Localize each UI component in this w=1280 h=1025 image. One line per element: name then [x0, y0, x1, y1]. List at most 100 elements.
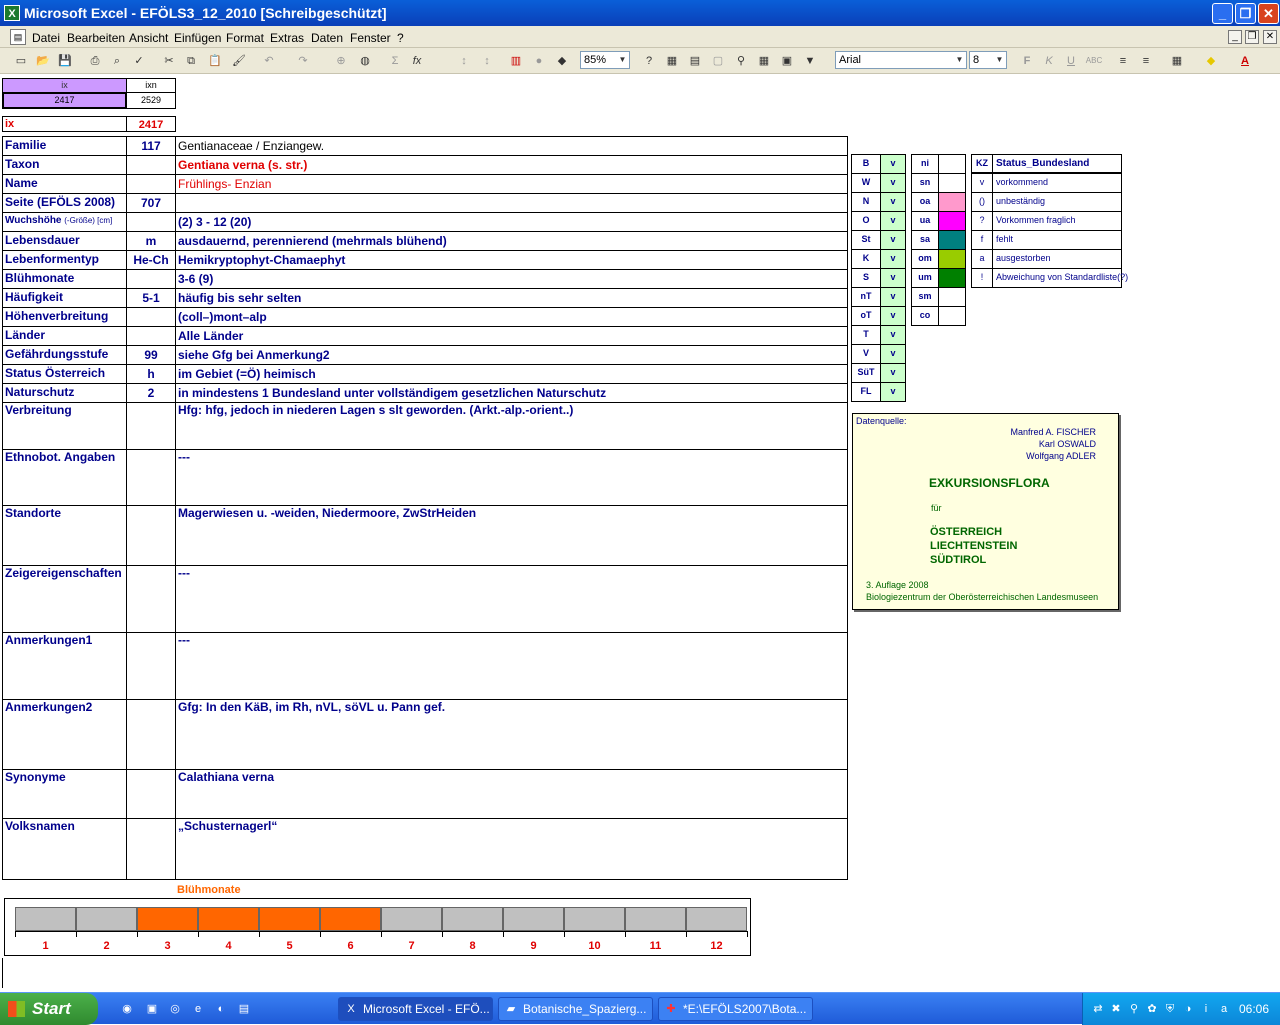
cut-icon[interactable]: ✂: [160, 52, 178, 70]
bigrow-value[interactable]: ---: [175, 565, 848, 633]
open-icon[interactable]: 📂: [34, 52, 52, 70]
align-center-icon[interactable]: ≡: [1137, 52, 1155, 70]
ie-icon[interactable]: e: [191, 1002, 205, 1016]
firefox-icon[interactable]: ◐: [214, 1002, 228, 1016]
copy-icon[interactable]: ⧉: [182, 52, 200, 70]
bigrow-value[interactable]: Calathiana verna: [175, 769, 848, 819]
row-value[interactable]: Gentiana verna (s. str.): [175, 155, 848, 175]
italic-icon[interactable]: K: [1040, 52, 1058, 70]
bigrow-value[interactable]: ---: [175, 449, 848, 506]
row-value[interactable]: Gentianaceae / Enziangew.: [175, 136, 848, 156]
sort-asc-icon[interactable]: ↕: [455, 52, 473, 70]
bold-icon[interactable]: F: [1018, 52, 1036, 70]
row-value[interactable]: (2) 3 - 12 (20): [175, 212, 848, 232]
undo-icon[interactable]: ↶: [260, 52, 278, 70]
search-icon[interactable]: ⚲: [1127, 1002, 1141, 1016]
shield-icon[interactable]: ⛨: [1163, 1002, 1177, 1016]
map-icon[interactable]: ●: [530, 52, 548, 70]
tool-icon-3[interactable]: ▢: [709, 52, 727, 70]
paste-icon[interactable]: 📋: [206, 52, 224, 70]
redo-icon[interactable]: ↷: [294, 52, 312, 70]
row-value[interactable]: (coll–)mont–alp: [175, 307, 848, 327]
menu-einfuegen[interactable]: Einfügen: [174, 31, 221, 45]
align-left-icon[interactable]: ≡: [1114, 52, 1132, 70]
help-icon[interactable]: ?: [640, 52, 658, 70]
start-button[interactable]: Start: [0, 993, 98, 1025]
restore-button[interactable]: ❐: [1235, 3, 1256, 24]
sort-desc-icon[interactable]: ↕: [478, 52, 496, 70]
autofilter-icon[interactable]: ▼: [801, 52, 819, 70]
quicklaunch-icon-2[interactable]: ▣: [145, 1002, 159, 1016]
fill-color-icon[interactable]: ◆: [1202, 52, 1220, 70]
font-select[interactable]: Arial ▼: [835, 51, 967, 69]
menu-datei[interactable]: Datei: [32, 31, 60, 45]
row-value[interactable]: Hemikryptophyt-Chamaephyt: [175, 250, 848, 270]
borders-icon[interactable]: ▦: [1168, 52, 1186, 70]
ix-header: ix: [2, 78, 127, 93]
menu-ansicht[interactable]: Ansicht: [129, 31, 168, 45]
find-icon[interactable]: ⚲: [732, 52, 750, 70]
quicklaunch-icon-3[interactable]: ◎: [168, 1002, 182, 1016]
quicklaunch-icon-1[interactable]: ◉: [120, 1002, 134, 1016]
font-color-icon[interactable]: A: [1236, 52, 1254, 70]
strikethrough-icon[interactable]: ABC: [1085, 52, 1103, 70]
tray-icon-8[interactable]: a: [1217, 1002, 1231, 1016]
ixn-value-cell[interactable]: 2529: [126, 92, 176, 109]
underline-icon[interactable]: U: [1062, 52, 1080, 70]
zoom-select[interactable]: 85% ▼: [580, 51, 630, 69]
menu-daten[interactable]: Daten: [311, 31, 343, 45]
drawing-icon[interactable]: ◆: [553, 52, 571, 70]
row-value[interactable]: Frühlings- Enzian: [175, 174, 848, 194]
tool-icon-1[interactable]: ▦: [663, 52, 681, 70]
spelling-icon[interactable]: ✓: [130, 52, 148, 70]
ix-value-cell[interactable]: 2417: [2, 92, 127, 109]
tool-icon-2[interactable]: ▤: [686, 52, 704, 70]
menu-extras[interactable]: Extras: [270, 31, 304, 45]
new-icon[interactable]: ▭: [12, 52, 30, 70]
print-icon[interactable]: ⎙: [86, 52, 104, 70]
chart-wizard-icon[interactable]: ▥: [507, 52, 525, 70]
menu-help[interactable]: ?: [397, 31, 404, 45]
task-excel[interactable]: X Microsoft Excel - EFÖ...: [338, 997, 493, 1021]
row-value[interactable]: 3-6 (9): [175, 269, 848, 289]
font-size-select[interactable]: 8 ▼: [969, 51, 1007, 69]
tray-icon-4[interactable]: ✿: [1145, 1002, 1159, 1016]
print-preview-icon[interactable]: ⌕: [108, 52, 126, 70]
row-value[interactable]: häufig bis sehr selten: [175, 288, 848, 308]
bigrow-value[interactable]: ---: [175, 632, 848, 700]
menu-fenster[interactable]: Fenster: [350, 31, 391, 45]
doc-minimize-button[interactable]: _: [1228, 30, 1242, 44]
document-icon[interactable]: ▤: [10, 29, 26, 45]
menu-format[interactable]: Format: [226, 31, 264, 45]
autosum-icon[interactable]: Σ: [386, 52, 404, 70]
save-icon[interactable]: 💾: [56, 52, 74, 70]
close-button[interactable]: ✕: [1258, 3, 1279, 24]
minimize-button[interactable]: _: [1212, 3, 1233, 24]
bigrow-value[interactable]: Hfg: hfg, jedoch in niederen Lagen s slt…: [175, 402, 848, 450]
row-value[interactable]: im Gebiet (=Ö) heimisch: [175, 364, 848, 384]
doc-restore-button[interactable]: ❐: [1245, 30, 1259, 44]
tool-icon-4[interactable]: ▦: [755, 52, 773, 70]
row-value[interactable]: siehe Gfg bei Anmerkung2: [175, 345, 848, 365]
task-editor[interactable]: ✚ *E:\EFÖLS2007\Bota...: [658, 997, 813, 1021]
bigrow-value[interactable]: Gfg: In den KäB, im Rh, nVL, söVL u. Pan…: [175, 699, 848, 770]
doc-close-button[interactable]: ✕: [1263, 30, 1277, 44]
tool-icon-5[interactable]: ▣: [778, 52, 796, 70]
quicklaunch-icon-4[interactable]: ▤: [237, 1002, 251, 1016]
hyperlink-icon[interactable]: ⊕: [332, 52, 350, 70]
bigrow-value[interactable]: Magerwiesen u. -weiden, Niedermoore, ZwS…: [175, 505, 848, 566]
task-folder[interactable]: ▰ Botanische_Spazierg...: [498, 997, 653, 1021]
network-icon[interactable]: ⇄: [1091, 1002, 1105, 1016]
row-value[interactable]: ausdauernd, perennierend (mehrmals blühe…: [175, 231, 848, 251]
web-icon[interactable]: ◍: [356, 52, 374, 70]
row-value[interactable]: Alle Länder: [175, 326, 848, 346]
info-icon[interactable]: i: [1199, 1002, 1213, 1016]
bigrow-value[interactable]: „Schusternagerl“: [175, 818, 848, 880]
function-icon[interactable]: fx: [408, 52, 426, 70]
security-icon[interactable]: ✖: [1109, 1002, 1123, 1016]
tray-icon-6[interactable]: ◑: [1181, 1002, 1195, 1016]
format-painter-icon[interactable]: 🖌: [230, 52, 248, 70]
row-value[interactable]: [175, 193, 848, 213]
row-value[interactable]: in mindestens 1 Bundesland unter vollstä…: [175, 383, 848, 403]
menu-bearbeiten[interactable]: Bearbeiten: [67, 31, 125, 45]
